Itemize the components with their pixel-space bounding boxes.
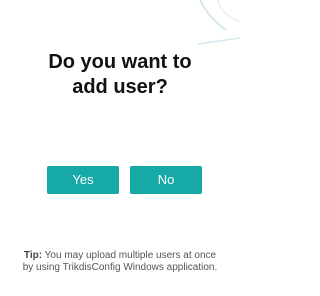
no-button[interactable]: No bbox=[130, 166, 202, 194]
dialog-title: Do you want to add user? bbox=[0, 50, 240, 100]
yes-button[interactable]: Yes bbox=[47, 166, 119, 194]
tip-text: Tip: You may upload multiple users at on… bbox=[20, 250, 220, 274]
tip-label: Tip: bbox=[23, 250, 43, 261]
tip-message: You may upload multiple users at once by… bbox=[22, 250, 218, 273]
dialog-title-line2: add user? bbox=[72, 76, 168, 98]
dialog-title-line1: Do you want to bbox=[48, 51, 192, 73]
